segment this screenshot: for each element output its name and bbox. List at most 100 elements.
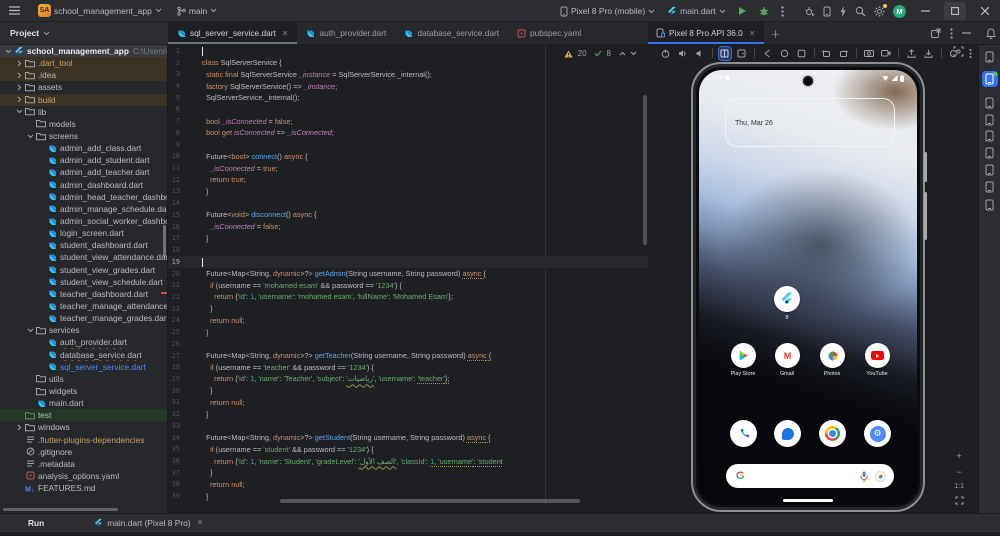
main-menu-icon[interactable] bbox=[9, 6, 20, 15]
code-line-7[interactable]: 7 bool _isConnected = false; bbox=[168, 115, 648, 127]
emulator-camera-icon[interactable] bbox=[863, 47, 875, 60]
code-line-15[interactable]: 15 Future<void> disconnect() async { bbox=[168, 209, 648, 221]
tree-item-auth_provider.dart[interactable]: auth_provider.dart bbox=[0, 336, 167, 348]
device-tab-pixel8pro[interactable]: Pixel 8 Pro API 36.0 ✕ bbox=[648, 22, 764, 44]
tree-item-analysis_options.yaml[interactable]: analysis_options.yaml bbox=[0, 470, 167, 482]
tree-item-school_management_app[interactable]: school_management_appC:\Users\esam bbox=[0, 45, 167, 58]
code-line-6[interactable]: 6 bbox=[168, 104, 648, 116]
inspections-widget[interactable]: 20 8 bbox=[560, 48, 640, 59]
emulator-screen[interactable]: 1:23 Thu, Mar 26 8 Play Store M Gmail Ph… bbox=[699, 70, 917, 504]
code-line-25[interactable]: 25 } bbox=[168, 326, 648, 338]
emulator-home-icon[interactable] bbox=[778, 47, 790, 60]
tree-item-student_view_attendance.dart[interactable]: student_view_attendance.dart bbox=[0, 251, 167, 263]
code-line-19[interactable]: 19 bbox=[168, 255, 648, 268]
pair-device-icon[interactable] bbox=[982, 112, 998, 128]
tree-item-.flutter-plugins-dependencies[interactable]: .flutter-plugins-dependencies bbox=[0, 434, 167, 446]
code-line-31[interactable]: 31 return null; bbox=[168, 397, 648, 409]
run-tab-close-icon[interactable]: ✕ bbox=[197, 518, 204, 527]
emulator-upload-icon[interactable] bbox=[905, 47, 917, 60]
tree-item-.dart_tool[interactable]: .dart_tool bbox=[0, 57, 167, 70]
device-tab-close-icon[interactable]: ✕ bbox=[749, 29, 756, 38]
editor-tab-pubspec.yaml[interactable]: pubspec.yaml bbox=[508, 22, 590, 44]
code-line-28[interactable]: 28 if (username == 'teacher' && password… bbox=[168, 361, 648, 373]
tree-chevron-icon[interactable] bbox=[15, 84, 24, 91]
code-line-20[interactable]: 20 Future<Map<String, dynamic>?> getAdmi… bbox=[168, 268, 648, 280]
device-mirror-icon[interactable] bbox=[982, 49, 998, 65]
tree-chevron-icon[interactable] bbox=[4, 49, 13, 54]
tree-chevron-icon[interactable] bbox=[15, 424, 24, 431]
tree-item-admin_add_teacher.dart[interactable]: admin_add_teacher.dart bbox=[0, 166, 167, 178]
editor-horizontal-scrollbar[interactable] bbox=[280, 499, 580, 503]
tree-item-admin_head_teacher_dashboard.[interactable]: admin_head_teacher_dashboard. bbox=[0, 191, 167, 203]
code-line-26[interactable]: 26 bbox=[168, 338, 648, 350]
prev-issue-icon[interactable] bbox=[619, 51, 626, 56]
running-devices-icon[interactable] bbox=[981, 71, 998, 87]
tab-close-icon[interactable]: ✕ bbox=[282, 29, 289, 38]
panel-more-icon[interactable] bbox=[950, 27, 953, 39]
tree-item-login_screen.dart[interactable]: login_screen.dart bbox=[0, 227, 167, 239]
zoom-in-button[interactable]: + bbox=[957, 451, 962, 461]
tree-item-.idea[interactable]: .idea bbox=[0, 69, 167, 82]
editor-tab-auth_provider.dart[interactable]: auth_provider.dart bbox=[297, 22, 395, 44]
tree-chevron-icon[interactable] bbox=[15, 96, 24, 103]
code-line-17[interactable]: 17 } bbox=[168, 233, 648, 245]
tree-chevron-icon[interactable] bbox=[26, 134, 35, 139]
next-issue-icon[interactable] bbox=[630, 51, 637, 56]
code-line-32[interactable]: 32 } bbox=[168, 408, 648, 420]
emulator-power-icon[interactable] bbox=[659, 47, 671, 60]
code-line-37[interactable]: 37 } bbox=[168, 467, 648, 479]
device-manager-icon[interactable] bbox=[823, 6, 831, 17]
add-device-icon[interactable] bbox=[982, 95, 998, 111]
emulator-video-icon[interactable] bbox=[880, 47, 892, 60]
device-view-icon[interactable] bbox=[982, 179, 998, 195]
more-actions-icon[interactable] bbox=[780, 5, 784, 17]
code-line-24[interactable]: 24 return null; bbox=[168, 315, 648, 327]
code-line-9[interactable]: 9 bbox=[168, 139, 648, 151]
emulator-download-icon[interactable] bbox=[922, 47, 934, 60]
emulator-back-icon[interactable] bbox=[761, 47, 773, 60]
tree-item-lib[interactable]: lib bbox=[0, 106, 167, 118]
code-line-29[interactable]: 29 return {'id': 1, 'name': 'Teacher', '… bbox=[168, 373, 648, 385]
lens-icon[interactable] bbox=[875, 470, 886, 482]
settings-dock-icon[interactable]: ⚙ bbox=[864, 420, 891, 447]
code-line-3[interactable]: 3 static final SqlServerService _instanc… bbox=[168, 68, 648, 80]
open-in-window-icon[interactable] bbox=[931, 28, 941, 38]
emulator-recent-icon[interactable] bbox=[795, 47, 807, 60]
tree-chevron-icon[interactable] bbox=[15, 60, 24, 67]
tree-item-student_dashboard.dart[interactable]: student_dashboard.dart bbox=[0, 239, 167, 251]
project-widget[interactable]: SA school_management_app bbox=[34, 2, 166, 19]
tree-item-admin_social_worker_dashboard.[interactable]: admin_social_worker_dashboard. bbox=[0, 215, 167, 227]
emulator-rot-right-icon[interactable] bbox=[838, 47, 850, 60]
google-search-bar[interactable]: G bbox=[726, 464, 894, 488]
tree-item-windows[interactable]: windows bbox=[0, 421, 167, 433]
editor-tab-database_service.dart[interactable]: database_service.dart bbox=[395, 22, 508, 44]
tree-item-teacher_dashboard.dart[interactable]: teacher_dashboard.dart bbox=[0, 288, 167, 300]
maximize-button[interactable] bbox=[944, 2, 966, 20]
chrome-dock-icon[interactable] bbox=[819, 420, 846, 447]
screenshot-tool-icon[interactable] bbox=[982, 145, 998, 161]
tree-scrollbar-thumb[interactable] bbox=[163, 225, 166, 257]
code-line-4[interactable]: 4 factory SqlServerService() => _instanc… bbox=[168, 80, 648, 92]
close-button[interactable] bbox=[974, 2, 996, 20]
code-line-38[interactable]: 38 return null; bbox=[168, 479, 648, 491]
code-line-14[interactable]: 14 bbox=[168, 197, 648, 209]
emulator-rot-left-icon[interactable] bbox=[820, 47, 832, 60]
gmail-app-icon[interactable]: M bbox=[775, 343, 800, 368]
tree-item-.metadata[interactable]: .metadata bbox=[0, 458, 167, 470]
notifications-bell-icon[interactable] bbox=[986, 27, 996, 39]
tree-item-utils[interactable]: utils bbox=[0, 373, 167, 385]
tree-item-screens[interactable]: screens bbox=[0, 130, 167, 142]
tree-horizontal-scrollbar[interactable] bbox=[3, 508, 118, 511]
zoom-reset-button[interactable]: 1:1 bbox=[954, 483, 964, 490]
tree-item-database_service.dart[interactable]: database_service.dart bbox=[0, 349, 167, 361]
search-icon[interactable] bbox=[855, 6, 866, 17]
tree-item-student_view_grades.dart[interactable]: student_view_grades.dart bbox=[0, 264, 167, 276]
code-line-33[interactable]: 33 bbox=[168, 420, 648, 432]
editor-scrollbar-thumb[interactable] bbox=[643, 95, 647, 245]
code-line-30[interactable]: 30 } bbox=[168, 385, 648, 397]
add-device-tab-button[interactable]: ＋ bbox=[764, 22, 788, 44]
tree-item-models[interactable]: models bbox=[0, 118, 167, 130]
emulator-fold-in-icon[interactable] bbox=[736, 47, 748, 60]
tree-item-assets[interactable]: assets bbox=[0, 81, 167, 93]
code-editor[interactable]: 1 2 class SqlServerService {3 static final… bbox=[168, 45, 648, 513]
